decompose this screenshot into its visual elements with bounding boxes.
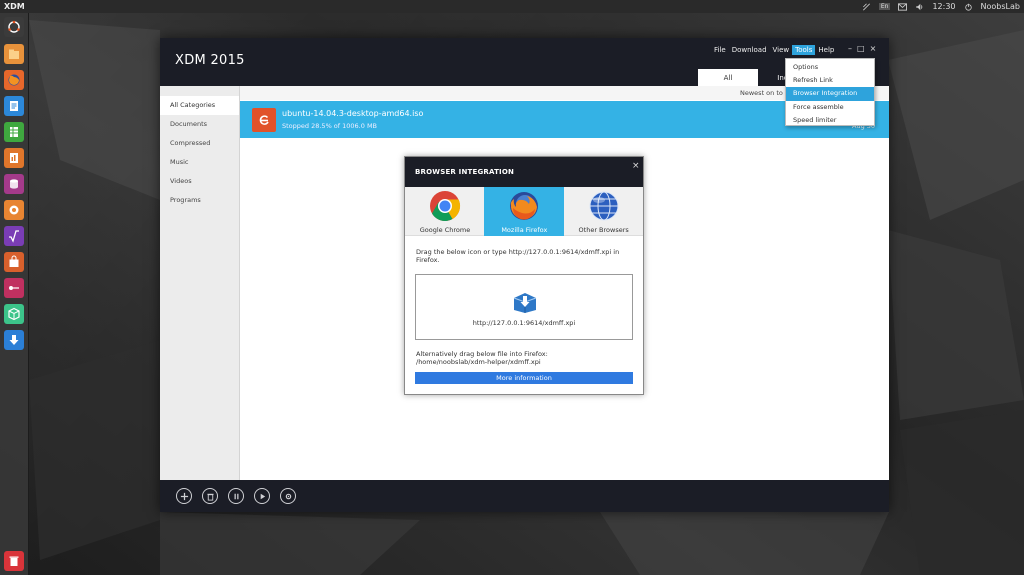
instruction-text: Drag the below icon or type http://127.0… — [416, 248, 620, 264]
settings-button[interactable] — [280, 488, 296, 504]
menu-file[interactable]: File — [711, 45, 729, 55]
category-documents[interactable]: Documents — [160, 115, 239, 134]
more-information-button[interactable]: More information — [415, 372, 633, 384]
top-panel: XDM En 12:30 NoobsLab — [0, 0, 1024, 13]
delete-button[interactable] — [202, 488, 218, 504]
window-header: XDM 2015 File Download View Tools Help –… — [160, 38, 889, 86]
keyboard-layout-indicator[interactable]: En — [878, 3, 891, 10]
math-icon[interactable] — [4, 226, 24, 246]
ubuntu-home-icon[interactable] — [4, 17, 24, 37]
trash-icon[interactable] — [4, 551, 24, 571]
category-compressed[interactable]: Compressed — [160, 134, 239, 153]
user-name[interactable]: NoobsLab — [981, 2, 1020, 11]
software-center-icon[interactable] — [4, 252, 24, 272]
category-all[interactable]: All Categories — [160, 96, 239, 115]
window-title: XDM 2015 — [175, 53, 245, 68]
pause-icon — [234, 493, 238, 499]
browser-label: Mozilla Firefox — [501, 226, 548, 234]
menu-tools[interactable]: Tools — [792, 45, 816, 55]
menu-item-speed-limiter[interactable]: Speed limiter — [786, 114, 874, 127]
browser-tabs: Google Chrome Mozilla Firefox Other Brow… — [405, 187, 643, 236]
impress-icon[interactable] — [4, 148, 24, 168]
package-icon[interactable] — [4, 304, 24, 324]
blender-icon[interactable] — [4, 200, 24, 220]
category-programs[interactable]: Programs — [160, 191, 239, 210]
firefox-icon — [510, 192, 539, 220]
tab-mozilla-firefox[interactable]: Mozilla Firefox — [484, 187, 564, 236]
clock[interactable]: 12:30 — [932, 2, 955, 11]
chrome-icon — [430, 191, 461, 222]
disc-image-file-icon — [252, 108, 276, 132]
browser-label: Other Browsers — [578, 226, 629, 234]
download-file-name: ubuntu-14.04.3-desktop-amd64.iso — [282, 109, 424, 118]
menu-item-refresh-link[interactable]: Refresh Link — [786, 74, 874, 87]
download-status: Stopped 28.5% of 1006.0 MB — [282, 122, 378, 130]
alternative-text-line: Alternatively drag below file into Firef… — [416, 350, 548, 358]
globe-icon — [589, 191, 619, 221]
plus-icon — [180, 492, 188, 500]
dialog-title: BROWSER INTEGRATION — [415, 168, 515, 176]
settings-icon[interactable] — [4, 278, 24, 298]
firefox-icon[interactable] — [4, 70, 24, 90]
base-icon[interactable] — [4, 174, 24, 194]
tab-all[interactable]: All — [698, 69, 758, 86]
files-icon[interactable] — [4, 44, 24, 64]
add-download-button[interactable] — [176, 488, 192, 504]
pause-button[interactable] — [228, 488, 244, 504]
menu-view[interactable]: View — [770, 45, 793, 55]
window-controls: – □ × — [848, 44, 876, 53]
maximize-icon[interactable]: □ — [857, 44, 865, 53]
dialog-header: BROWSER INTEGRATION × — [405, 157, 643, 187]
xpi-url: http://127.0.0.1:9614/xdmff.xpi — [472, 319, 576, 327]
mail-icon[interactable] — [898, 2, 908, 11]
volume-icon[interactable] — [915, 3, 924, 11]
writer-icon[interactable] — [4, 96, 24, 116]
launcher — [0, 13, 29, 575]
alternative-text: Alternatively drag below file into Firef… — [416, 350, 636, 366]
tab-google-chrome[interactable]: Google Chrome — [405, 187, 484, 236]
category-sidebar: All Categories Documents Compressed Musi… — [160, 86, 240, 480]
dialog-close-icon[interactable]: × — [632, 161, 640, 171]
calc-icon[interactable] — [4, 122, 24, 142]
browser-label: Google Chrome — [419, 226, 471, 234]
menu-item-force-assemble[interactable]: Force assemble — [786, 101, 874, 114]
tab-other-browsers[interactable]: Other Browsers — [564, 187, 643, 236]
minimize-icon[interactable]: – — [848, 44, 852, 53]
drag-drop-box[interactable]: http://127.0.0.1:9614/xdmff.xpi — [415, 274, 633, 340]
xpi-package-icon[interactable] — [512, 292, 538, 314]
power-icon[interactable] — [964, 3, 973, 11]
gear-icon — [285, 493, 291, 499]
menu-bar: File Download View Tools Help — [711, 44, 837, 56]
trash-icon — [206, 493, 214, 501]
top-panel-app-name: XDM — [4, 2, 25, 11]
browser-integration-dialog: BROWSER INTEGRATION × Google Chrome Mozi… — [404, 156, 644, 395]
category-videos[interactable]: Videos — [160, 172, 239, 191]
close-icon[interactable]: × — [870, 44, 877, 53]
network-icon[interactable] — [862, 3, 871, 11]
bottom-toolbar — [160, 480, 889, 512]
category-music[interactable]: Music — [160, 153, 239, 172]
xdm-download-icon[interactable] — [4, 330, 24, 350]
sort-dropdown[interactable]: Newest on to — [740, 89, 783, 97]
tools-dropdown-menu: Options Refresh Link Browser Integration… — [785, 58, 875, 126]
menu-help[interactable]: Help — [815, 45, 837, 55]
xpi-file-path: /home/noobslab/xdm-helper/xdmff.xpi — [416, 358, 541, 366]
menu-item-options[interactable]: Options — [786, 61, 874, 74]
play-icon — [260, 493, 265, 499]
menu-item-browser-integration[interactable]: Browser Integration — [786, 87, 874, 101]
menu-download[interactable]: Download — [729, 45, 770, 55]
resume-button[interactable] — [254, 488, 270, 504]
indicator-area: En 12:30 NoobsLab — [862, 2, 1024, 11]
